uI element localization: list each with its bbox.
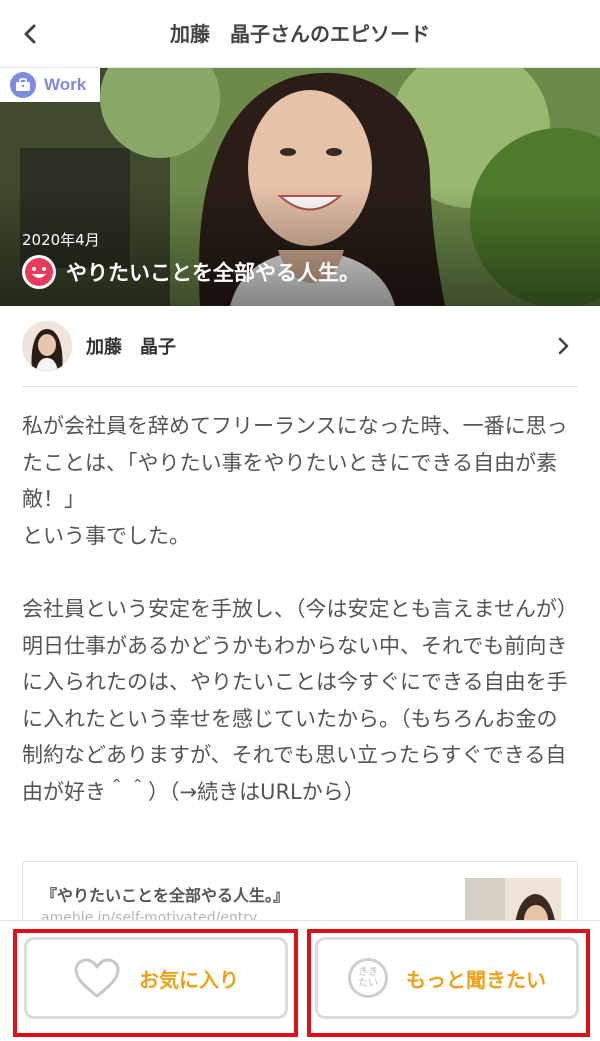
episode-title: やりたいことを全部やる人生。 xyxy=(66,261,360,285)
author-avatar xyxy=(22,321,72,371)
want-to-hear-more-button[interactable]: きき たい もっと聞きたい xyxy=(315,937,579,1019)
episode-hero-image: Work 2020年4月 やりたいことを全部やる人生。 xyxy=(0,68,600,306)
episode-title-row: やりたいことを全部やる人生。 xyxy=(22,255,360,289)
favorite-button[interactable]: お気に入り xyxy=(24,937,288,1019)
briefcase-icon xyxy=(10,72,36,98)
page-title: 加藤 晶子さんのエピソード xyxy=(170,22,430,46)
favorite-label: お気に入り xyxy=(139,967,239,992)
bottom-action-bar: お気に入り きき たい もっと聞きたい xyxy=(0,920,600,1041)
category-label: Work xyxy=(44,75,87,94)
link-title: 『やりたいことを全部やる人生。』 xyxy=(41,886,290,905)
heart-icon xyxy=(74,958,120,998)
kikitai-icon: きき たい xyxy=(348,958,388,998)
want-to-hear-more-label: もっと聞きたい xyxy=(406,967,546,992)
episode-date: 2020年4月 xyxy=(22,231,100,249)
app-header: 加藤 晶子さんのエピソード xyxy=(0,0,600,68)
episode-body-text: 私が会社員を辞めてフリーランスになった時、一番に思ったことは、「やりたい事をやり… xyxy=(22,414,578,804)
category-badge: Work xyxy=(0,68,100,102)
author-row[interactable]: 加藤 晶子 xyxy=(22,306,578,387)
chevron-right-icon xyxy=(548,331,578,361)
author-name: 加藤 晶子 xyxy=(86,337,176,358)
smile-face-icon xyxy=(22,255,56,289)
